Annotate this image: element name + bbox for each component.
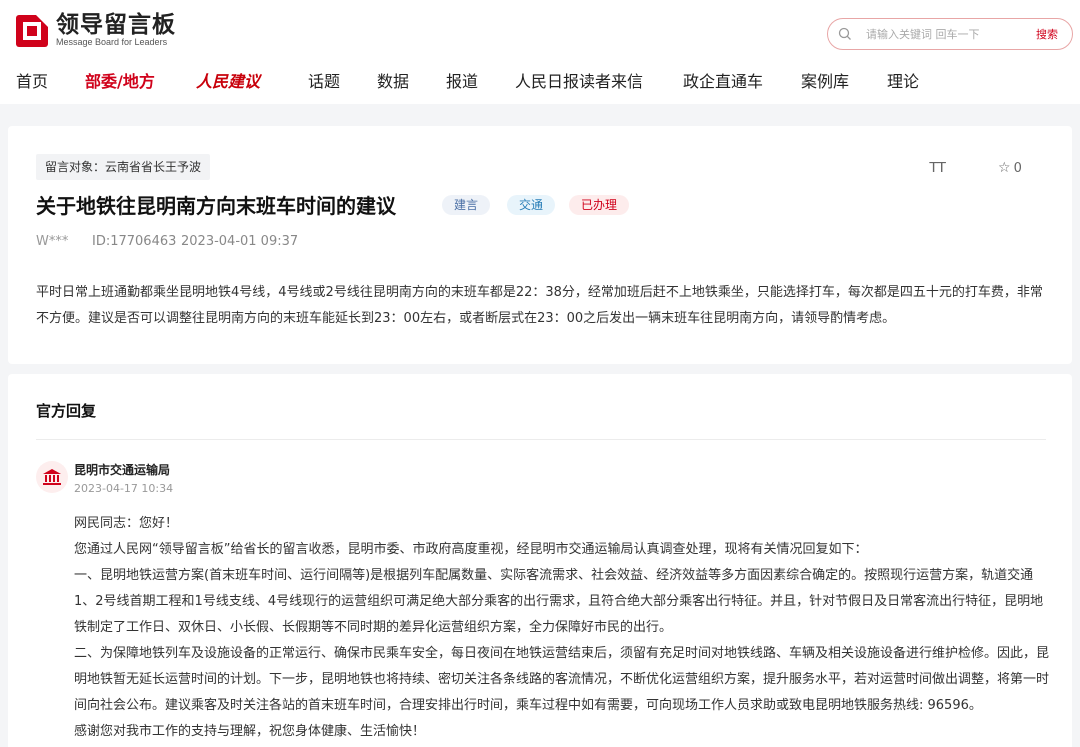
favorite-count: 0 xyxy=(1013,160,1022,176)
avatar xyxy=(36,461,68,493)
reply-paragraph: 网民同志：您好！ xyxy=(74,516,179,531)
reply-paragraph: 您通过人民网“领导留言板”给省长的留言收悉，昆明市委、市政府高度重视，经昆明市交… xyxy=(74,542,868,557)
government-building-icon xyxy=(43,469,61,485)
favorite-button[interactable]: ☆ 0 xyxy=(998,160,1022,176)
site-header: 领导留言板 Message Board for Leaders 搜索 首页 部委… xyxy=(0,0,1080,104)
logo-subtitle: Message Board for Leaders xyxy=(56,36,168,47)
search-icon xyxy=(838,27,851,40)
tag-transport[interactable]: 交通 xyxy=(507,195,556,215)
site-logo[interactable]: 领导留言板 Message Board for Leaders xyxy=(16,10,176,50)
logo-mark-icon xyxy=(16,15,48,47)
nav-home[interactable]: 首页 xyxy=(16,68,48,92)
reply-paragraph: 二、为保障地铁列车及设施设备的正常运行、确保市民乘车安全，每日夜间在地铁运营结束… xyxy=(74,646,1050,713)
nav-reports[interactable]: 报道 xyxy=(446,68,478,92)
search-box: 搜索 xyxy=(827,18,1073,50)
nav-theory[interactable]: 理论 xyxy=(887,68,919,92)
message-title: 关于地铁往昆明南方向末班车时间的建议 xyxy=(36,194,396,218)
nav-case-library[interactable]: 案例库 xyxy=(801,68,849,92)
message-time: 2023-04-01 09:37 xyxy=(181,234,299,249)
search-input[interactable] xyxy=(866,27,1016,41)
font-size-icon[interactable]: TT xyxy=(929,159,946,176)
reply-org: 昆明市交通运输局 xyxy=(74,463,171,477)
nav-data[interactable]: 数据 xyxy=(377,68,409,92)
reply-card: 官方回复 昆明市交通运输局 2023-04-17 10:34 网民同志：您好！ … xyxy=(8,374,1072,747)
message-author: W*** xyxy=(36,234,69,249)
reply-heading: 官方回复 xyxy=(36,402,97,420)
nav-govt-enterprise[interactable]: 政企直通车 xyxy=(683,68,763,92)
message-target: 留言对象：云南省省长王予波 xyxy=(36,154,211,180)
message-body: 平时日常上班通勤都乘坐昆明地铁4号线，4号线或2号线往昆明南方向的末班车都是22… xyxy=(36,285,1043,326)
nav-topics[interactable]: 话题 xyxy=(308,68,340,92)
nav-ministries-local[interactable]: 部委/地方 xyxy=(85,68,155,92)
tag-suggestion[interactable]: 建言 xyxy=(442,195,491,215)
search-button[interactable]: 搜索 xyxy=(1036,26,1058,42)
status-badge: 已办理 xyxy=(569,195,630,215)
reply-paragraph: 感谢您对我市工作的支持与理解，祝您身体健康、生活愉快！ xyxy=(74,724,426,739)
message-id: ID:17706463 xyxy=(92,234,177,249)
nav-reader-letters[interactable]: 人民日报读者来信 xyxy=(515,68,643,92)
reply-paragraph: 一、昆明地铁运营方案(首末班车时间、运行间隔等)是根据列车配属数量、实际客流需求… xyxy=(74,568,1044,635)
message-card: 留言对象：云南省省长王予波 TT ☆ 0 关于地铁往昆明南方向末班车时间的建议 … xyxy=(8,126,1072,364)
divider xyxy=(36,439,1046,440)
logo-title: 领导留言板 xyxy=(56,11,176,38)
reply-time: 2023-04-17 10:34 xyxy=(74,482,174,495)
nav-people-suggestions[interactable]: 人民建议 xyxy=(196,68,260,92)
star-icon: ☆ xyxy=(998,160,1011,176)
reply-body: 网民同志：您好！ 您通过人民网“领导留言板”给省长的留言收悉，昆明市委、市政府高… xyxy=(74,511,1050,745)
